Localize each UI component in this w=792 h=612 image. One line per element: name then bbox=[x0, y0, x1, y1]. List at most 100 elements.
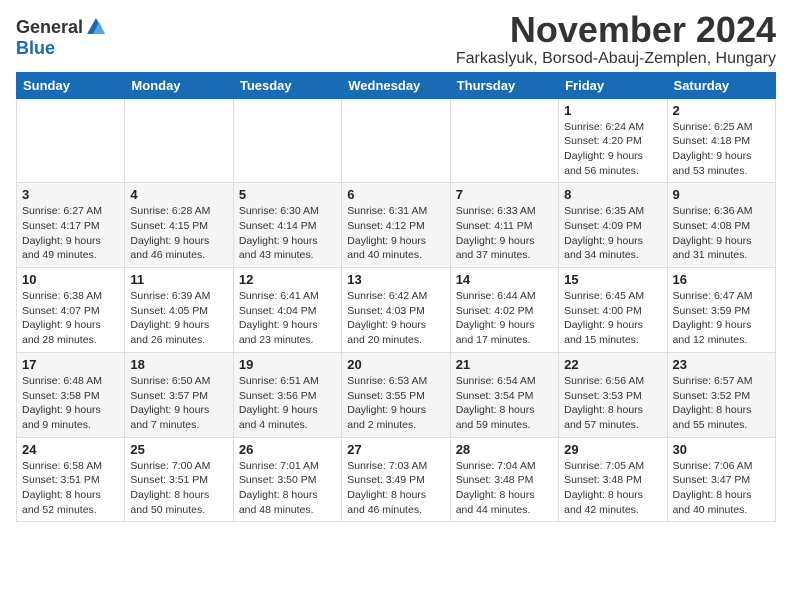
weekday-header-thursday: Thursday bbox=[450, 72, 558, 98]
day-info: Sunrise: 6:31 AM Sunset: 4:12 PM Dayligh… bbox=[347, 204, 444, 263]
calendar-cell: 7 Sunrise: 6:33 AM Sunset: 4:11 PM Daylig… bbox=[450, 183, 558, 268]
calendar-cell: 21 Sunrise: 6:54 AM Sunset: 3:54 PM Dayli… bbox=[450, 352, 558, 437]
page: General Blue November 2024 Farkaslyuk, B… bbox=[0, 0, 792, 532]
day-info: Sunrise: 6:33 AM Sunset: 4:11 PM Dayligh… bbox=[456, 204, 553, 263]
logo: General Blue bbox=[16, 16, 107, 59]
calendar-cell: 26Sunrise: 7:01 AM Sunset: 3:50 PM Dayli… bbox=[233, 437, 341, 522]
day-number: 10 bbox=[22, 272, 119, 287]
calendar-cell: 8Sunrise: 6:35 AM Sunset: 4:09 PM Daylig… bbox=[559, 183, 667, 268]
calendar-cell bbox=[342, 98, 450, 183]
day-number: 3 bbox=[22, 187, 119, 202]
calendar-cell: 23 Sunrise: 6:57 AM Sunset: 3:52 PM Dayli… bbox=[667, 352, 775, 437]
day-info: Sunrise: 6:58 AM Sunset: 3:51 PM Dayligh… bbox=[22, 459, 119, 518]
day-number: 17 bbox=[22, 357, 119, 372]
calendar-cell: 20 Sunrise: 6:53 AM Sunset: 3:55 PM Dayli… bbox=[342, 352, 450, 437]
calendar-cell: 17 Sunrise: 6:48 AM Sunset: 3:58 PM Dayli… bbox=[17, 352, 125, 437]
logo-general-text: General bbox=[16, 17, 83, 38]
calendar-cell: 14Sunrise: 6:44 AM Sunset: 4:02 PM Dayli… bbox=[450, 268, 558, 353]
calendar-cell: 19 Sunrise: 6:51 AM Sunset: 3:56 PM Dayli… bbox=[233, 352, 341, 437]
weekday-header-wednesday: Wednesday bbox=[342, 72, 450, 98]
calendar-cell: 18Sunrise: 6:50 AM Sunset: 3:57 PM Dayli… bbox=[125, 352, 233, 437]
day-number: 4 bbox=[130, 187, 227, 202]
weekday-header-sunday: Sunday bbox=[17, 72, 125, 98]
day-number: 2 bbox=[673, 103, 770, 118]
title-block: November 2024 Farkaslyuk, Borsod-Abauj-Z… bbox=[456, 10, 776, 68]
day-info: Sunrise: 6:41 AM Sunset: 4:04 PM Dayligh… bbox=[239, 289, 336, 348]
calendar-cell bbox=[450, 98, 558, 183]
calendar-cell: 16Sunrise: 6:47 AM Sunset: 3:59 PM Dayli… bbox=[667, 268, 775, 353]
weekday-header-monday: Monday bbox=[125, 72, 233, 98]
calendar-week-row-1: 1Sunrise: 6:24 AM Sunset: 4:20 PM Daylig… bbox=[17, 98, 776, 183]
calendar-cell: 1Sunrise: 6:24 AM Sunset: 4:20 PM Daylig… bbox=[559, 98, 667, 183]
location-subtitle: Farkaslyuk, Borsod-Abauj-Zemplen, Hungar… bbox=[456, 50, 776, 68]
weekday-header-friday: Friday bbox=[559, 72, 667, 98]
calendar-cell: 22 Sunrise: 6:56 AM Sunset: 3:53 PM Dayli… bbox=[559, 352, 667, 437]
day-number: 6 bbox=[347, 187, 444, 202]
month-year-title: November 2024 bbox=[456, 10, 776, 50]
day-info: Sunrise: 6:53 AM Sunset: 3:55 PM Dayligh… bbox=[347, 374, 444, 433]
calendar-cell: 24 Sunrise: 6:58 AM Sunset: 3:51 PM Dayli… bbox=[17, 437, 125, 522]
calendar-cell: 29 Sunrise: 7:05 AM Sunset: 3:48 PM Dayli… bbox=[559, 437, 667, 522]
day-number: 9 bbox=[673, 187, 770, 202]
day-number: 14 bbox=[456, 272, 553, 287]
day-number: 30 bbox=[673, 442, 770, 457]
header: General Blue November 2024 Farkaslyuk, B… bbox=[16, 10, 776, 68]
day-number: 5 bbox=[239, 187, 336, 202]
calendar-week-row-3: 10 Sunrise: 6:38 AM Sunset: 4:07 PM Dayli… bbox=[17, 268, 776, 353]
day-info: Sunrise: 6:45 AM Sunset: 4:00 PM Dayligh… bbox=[564, 289, 661, 348]
calendar-week-row-4: 17 Sunrise: 6:48 AM Sunset: 3:58 PM Dayli… bbox=[17, 352, 776, 437]
day-number: 19 bbox=[239, 357, 336, 372]
day-info: Sunrise: 7:04 AM Sunset: 3:48 PM Dayligh… bbox=[456, 459, 553, 518]
day-number: 18 bbox=[130, 357, 227, 372]
day-info: Sunrise: 6:42 AM Sunset: 4:03 PM Dayligh… bbox=[347, 289, 444, 348]
logo-blue-text: Blue bbox=[16, 38, 55, 58]
day-info: Sunrise: 7:05 AM Sunset: 3:48 PM Dayligh… bbox=[564, 459, 661, 518]
day-info: Sunrise: 6:47 AM Sunset: 3:59 PM Dayligh… bbox=[673, 289, 770, 348]
day-info: Sunrise: 6:35 AM Sunset: 4:09 PM Dayligh… bbox=[564, 204, 661, 263]
day-info: Sunrise: 6:51 AM Sunset: 3:56 PM Dayligh… bbox=[239, 374, 336, 433]
day-number: 29 bbox=[564, 442, 661, 457]
day-info: Sunrise: 6:48 AM Sunset: 3:58 PM Dayligh… bbox=[22, 374, 119, 433]
calendar-cell bbox=[233, 98, 341, 183]
calendar-cell: 6 Sunrise: 6:31 AM Sunset: 4:12 PM Daylig… bbox=[342, 183, 450, 268]
day-info: Sunrise: 6:25 AM Sunset: 4:18 PM Dayligh… bbox=[673, 120, 770, 179]
day-number: 20 bbox=[347, 357, 444, 372]
calendar-cell: 13 Sunrise: 6:42 AM Sunset: 4:03 PM Dayli… bbox=[342, 268, 450, 353]
calendar-cell: 15 Sunrise: 6:45 AM Sunset: 4:00 PM Dayli… bbox=[559, 268, 667, 353]
calendar-cell: 27 Sunrise: 7:03 AM Sunset: 3:49 PM Dayli… bbox=[342, 437, 450, 522]
day-number: 11 bbox=[130, 272, 227, 287]
day-info: Sunrise: 7:03 AM Sunset: 3:49 PM Dayligh… bbox=[347, 459, 444, 518]
weekday-header-row: SundayMondayTuesdayWednesdayThursdayFrid… bbox=[17, 72, 776, 98]
day-number: 24 bbox=[22, 442, 119, 457]
weekday-header-tuesday: Tuesday bbox=[233, 72, 341, 98]
day-info: Sunrise: 6:54 AM Sunset: 3:54 PM Dayligh… bbox=[456, 374, 553, 433]
logo-icon bbox=[85, 16, 107, 38]
day-number: 23 bbox=[673, 357, 770, 372]
day-number: 12 bbox=[239, 272, 336, 287]
day-number: 13 bbox=[347, 272, 444, 287]
day-number: 7 bbox=[456, 187, 553, 202]
calendar-cell: 9 Sunrise: 6:36 AM Sunset: 4:08 PM Daylig… bbox=[667, 183, 775, 268]
calendar-cell: 2 Sunrise: 6:25 AM Sunset: 4:18 PM Daylig… bbox=[667, 98, 775, 183]
calendar-cell: 5Sunrise: 6:30 AM Sunset: 4:14 PM Daylig… bbox=[233, 183, 341, 268]
calendar-cell bbox=[125, 98, 233, 183]
day-info: Sunrise: 6:27 AM Sunset: 4:17 PM Dayligh… bbox=[22, 204, 119, 263]
day-number: 27 bbox=[347, 442, 444, 457]
calendar-cell: 28 Sunrise: 7:04 AM Sunset: 3:48 PM Dayli… bbox=[450, 437, 558, 522]
day-number: 15 bbox=[564, 272, 661, 287]
calendar-cell: 10 Sunrise: 6:38 AM Sunset: 4:07 PM Dayli… bbox=[17, 268, 125, 353]
day-info: Sunrise: 6:36 AM Sunset: 4:08 PM Dayligh… bbox=[673, 204, 770, 263]
day-info: Sunrise: 7:06 AM Sunset: 3:47 PM Dayligh… bbox=[673, 459, 770, 518]
day-info: Sunrise: 6:57 AM Sunset: 3:52 PM Dayligh… bbox=[673, 374, 770, 433]
day-info: Sunrise: 6:38 AM Sunset: 4:07 PM Dayligh… bbox=[22, 289, 119, 348]
calendar-cell: 12 Sunrise: 6:41 AM Sunset: 4:04 PM Dayli… bbox=[233, 268, 341, 353]
day-info: Sunrise: 7:01 AM Sunset: 3:50 PM Dayligh… bbox=[239, 459, 336, 518]
day-info: Sunrise: 6:39 AM Sunset: 4:05 PM Dayligh… bbox=[130, 289, 227, 348]
day-number: 25 bbox=[130, 442, 227, 457]
day-info: Sunrise: 6:56 AM Sunset: 3:53 PM Dayligh… bbox=[564, 374, 661, 433]
day-info: Sunrise: 6:24 AM Sunset: 4:20 PM Dayligh… bbox=[564, 120, 661, 179]
day-number: 22 bbox=[564, 357, 661, 372]
day-number: 28 bbox=[456, 442, 553, 457]
day-number: 21 bbox=[456, 357, 553, 372]
calendar-cell: 4Sunrise: 6:28 AM Sunset: 4:15 PM Daylig… bbox=[125, 183, 233, 268]
